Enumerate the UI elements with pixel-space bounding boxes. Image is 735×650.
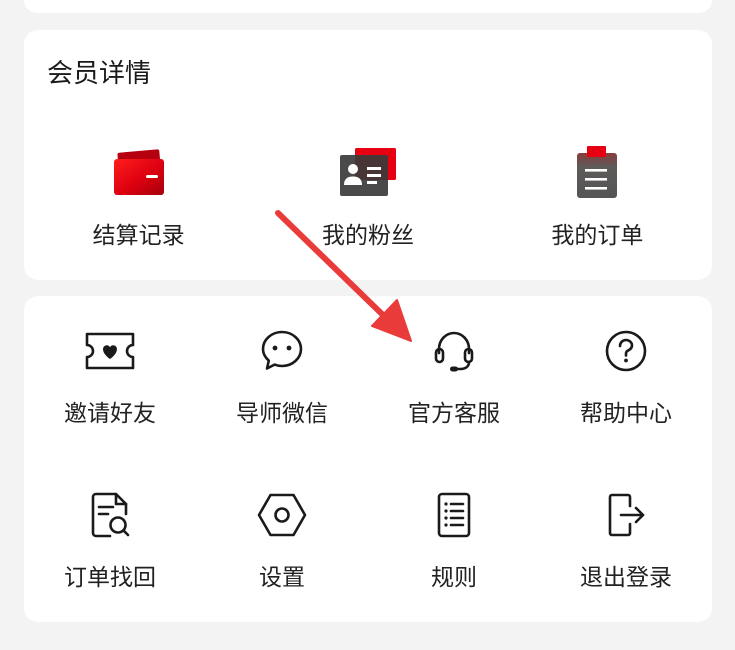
service-item-rules[interactable]: 规则 xyxy=(368,489,540,592)
service-item-label: 官方客服 xyxy=(408,400,500,426)
service-item-order-recovery[interactable]: 订单找回 xyxy=(24,489,196,592)
service-item-mentor-wechat[interactable]: 导师微信 xyxy=(196,325,368,428)
ticket-heart-icon xyxy=(83,325,137,377)
services-card: 邀请好友 导师微信 官方客服 帮助中心 订单找回 设置 规则 退出登录 xyxy=(24,296,712,622)
service-item-settings[interactable]: 设置 xyxy=(196,489,368,592)
wallet-icon xyxy=(113,145,165,199)
service-item-label: 规则 xyxy=(431,564,477,590)
member-item-my-fans[interactable]: 我的粉丝 xyxy=(253,145,482,250)
service-item-label: 邀请好友 xyxy=(64,400,156,426)
member-item-label: 结算记录 xyxy=(92,222,185,248)
id-card-icon xyxy=(339,145,397,199)
service-item-invite-friends[interactable]: 邀请好友 xyxy=(24,325,196,428)
settings-hexagon-icon xyxy=(256,489,308,541)
rules-list-icon xyxy=(434,489,474,541)
service-item-label: 设置 xyxy=(259,564,305,590)
previous-section-card xyxy=(24,0,712,13)
chat-bubble-icon xyxy=(259,325,305,377)
service-item-customer-service[interactable]: 官方客服 xyxy=(368,325,540,428)
service-item-label: 退出登录 xyxy=(580,564,672,590)
service-item-logout[interactable]: 退出登录 xyxy=(540,489,712,592)
member-item-label: 我的粉丝 xyxy=(321,222,414,248)
headset-icon xyxy=(431,325,477,377)
member-item-label: 我的订单 xyxy=(551,222,644,248)
member-items-grid: 结算记录 我的粉丝 我的订单 xyxy=(24,145,712,250)
service-item-label: 帮助中心 xyxy=(580,400,672,426)
clipboard-icon xyxy=(575,145,619,199)
services-grid: 邀请好友 导师微信 官方客服 帮助中心 订单找回 设置 规则 退出登录 xyxy=(24,325,712,592)
help-circle-icon xyxy=(603,325,649,377)
logout-icon xyxy=(603,489,649,541)
service-item-help-center[interactable]: 帮助中心 xyxy=(540,325,712,428)
member-item-settlement-records[interactable]: 结算记录 xyxy=(24,145,253,250)
member-item-my-orders[interactable]: 我的订单 xyxy=(483,145,712,250)
member-details-card: 会员详情 结算记录 我的粉丝 我的订单 xyxy=(24,30,712,280)
section-title: 会员详情 xyxy=(47,58,152,88)
document-search-icon xyxy=(88,489,132,541)
service-item-label: 导师微信 xyxy=(236,400,328,426)
service-item-label: 订单找回 xyxy=(64,564,156,590)
